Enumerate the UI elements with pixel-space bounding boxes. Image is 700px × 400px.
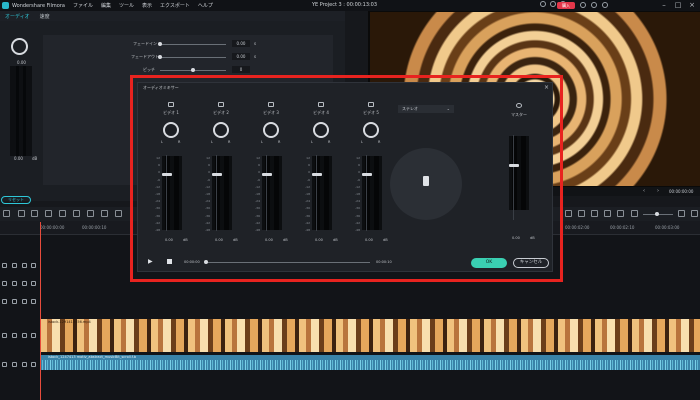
timer-icon[interactable] bbox=[115, 210, 122, 217]
tab-audio[interactable]: オーディオ bbox=[0, 13, 35, 20]
playhead[interactable] bbox=[40, 222, 41, 400]
minimize-icon[interactable]: – bbox=[660, 1, 668, 9]
lightbulb-icon[interactable] bbox=[540, 1, 546, 7]
track-header bbox=[0, 261, 38, 271]
volume-knob[interactable] bbox=[11, 38, 28, 55]
fade-in-label: フェードイン bbox=[133, 41, 157, 46]
ai-icon[interactable] bbox=[604, 210, 611, 217]
menu-bar: Wondershare Filmora ファイル 編集 ツール 表示 エクスポー… bbox=[0, 0, 700, 11]
video-clip-name: istock-1291413456.mp4 bbox=[48, 320, 91, 324]
fit-icon[interactable] bbox=[691, 210, 698, 217]
fade-in-handle[interactable] bbox=[158, 42, 162, 46]
preview-time: 00:00:00:00 bbox=[669, 189, 694, 194]
zoom-out-icon[interactable] bbox=[631, 210, 638, 217]
track-header bbox=[0, 360, 38, 370]
menu-tools[interactable]: ツール bbox=[119, 2, 134, 9]
video-clip[interactable] bbox=[40, 319, 700, 352]
account-icon[interactable] bbox=[602, 2, 608, 8]
message-icon[interactable] bbox=[580, 2, 586, 8]
buy-button[interactable]: 購入 bbox=[557, 2, 575, 9]
menu-view[interactable]: 表示 bbox=[142, 2, 152, 9]
account-icons bbox=[580, 2, 608, 8]
volume-value: 0.00 bbox=[17, 60, 26, 65]
track-header bbox=[0, 297, 38, 307]
zoom-in-icon[interactable] bbox=[678, 210, 685, 217]
menu-export[interactable]: エクスポート bbox=[160, 2, 190, 9]
pitch-handle[interactable] bbox=[191, 68, 195, 72]
ruler-label: 00:00:02:00 bbox=[565, 225, 590, 230]
fade-in-slider[interactable] bbox=[160, 44, 226, 45]
fade-out-label: フェードアウト bbox=[131, 54, 159, 59]
filmora-logo-icon bbox=[2, 2, 9, 9]
reset-button[interactable]: リセット bbox=[1, 196, 31, 204]
delete-icon[interactable] bbox=[45, 210, 52, 217]
download-icon[interactable] bbox=[591, 2, 597, 8]
layout-icon[interactable] bbox=[3, 210, 10, 217]
mic-icon[interactable] bbox=[578, 210, 585, 217]
fade-in-value[interactable]: 0.00 bbox=[232, 40, 250, 47]
crop-icon[interactable] bbox=[73, 210, 80, 217]
cloud-icon[interactable] bbox=[550, 1, 556, 7]
text-icon[interactable] bbox=[87, 210, 94, 217]
menu-help[interactable]: ヘルプ bbox=[198, 2, 213, 9]
track-header bbox=[0, 331, 38, 341]
fade-in-unit: s bbox=[254, 41, 257, 46]
highlight-frame bbox=[130, 75, 563, 282]
fade-out-slider[interactable] bbox=[160, 57, 226, 58]
fade-out-value[interactable]: 0.00 bbox=[232, 53, 250, 60]
cut-icon[interactable] bbox=[59, 210, 66, 217]
tab-speed[interactable]: 速度 bbox=[35, 13, 55, 20]
menu-file[interactable]: ファイル bbox=[73, 2, 93, 9]
app-name: Wondershare Filmora bbox=[12, 2, 65, 9]
close-window-icon[interactable]: × bbox=[688, 1, 696, 9]
marker-icon[interactable] bbox=[565, 210, 572, 217]
volume-meter bbox=[10, 66, 32, 156]
ruler-label: 00:00:03:00 bbox=[655, 225, 680, 230]
preview-next-icon[interactable]: › bbox=[657, 188, 659, 194]
preview-prev-icon[interactable]: ‹ bbox=[643, 188, 645, 194]
menu-edit[interactable]: 編集 bbox=[101, 2, 111, 9]
zoom-handle[interactable] bbox=[655, 212, 659, 216]
snapshot-icon[interactable] bbox=[617, 210, 624, 217]
project-title: YE Project 3 : 00:00:13:03 bbox=[312, 2, 378, 8]
speed-icon[interactable] bbox=[101, 210, 108, 217]
ruler-label: 00:00:02:10 bbox=[610, 225, 635, 230]
redo-icon[interactable] bbox=[31, 210, 38, 217]
volume-db-value: 0.00 bbox=[14, 156, 23, 161]
undo-icon[interactable] bbox=[18, 210, 25, 217]
audio-clip-name: istock_1247413 motiv_abstract_musicBit_s… bbox=[48, 355, 137, 359]
property-tabs: オーディオ 速度 bbox=[0, 11, 345, 21]
fade-out-unit: s bbox=[254, 54, 257, 59]
maximize-icon[interactable]: □ bbox=[674, 1, 682, 9]
volume-db-unit: dB bbox=[32, 156, 38, 161]
voice-icon[interactable] bbox=[591, 210, 598, 217]
ruler-label: 00:00:00:00 bbox=[40, 225, 65, 230]
track-header bbox=[0, 279, 38, 289]
pitch-value[interactable]: 0 bbox=[232, 66, 250, 73]
fade-out-handle[interactable] bbox=[158, 55, 162, 59]
ruler-label: 00:00:00:10 bbox=[82, 225, 107, 230]
pitch-label: ピッチ bbox=[143, 67, 155, 72]
audio-waveform bbox=[40, 360, 700, 370]
